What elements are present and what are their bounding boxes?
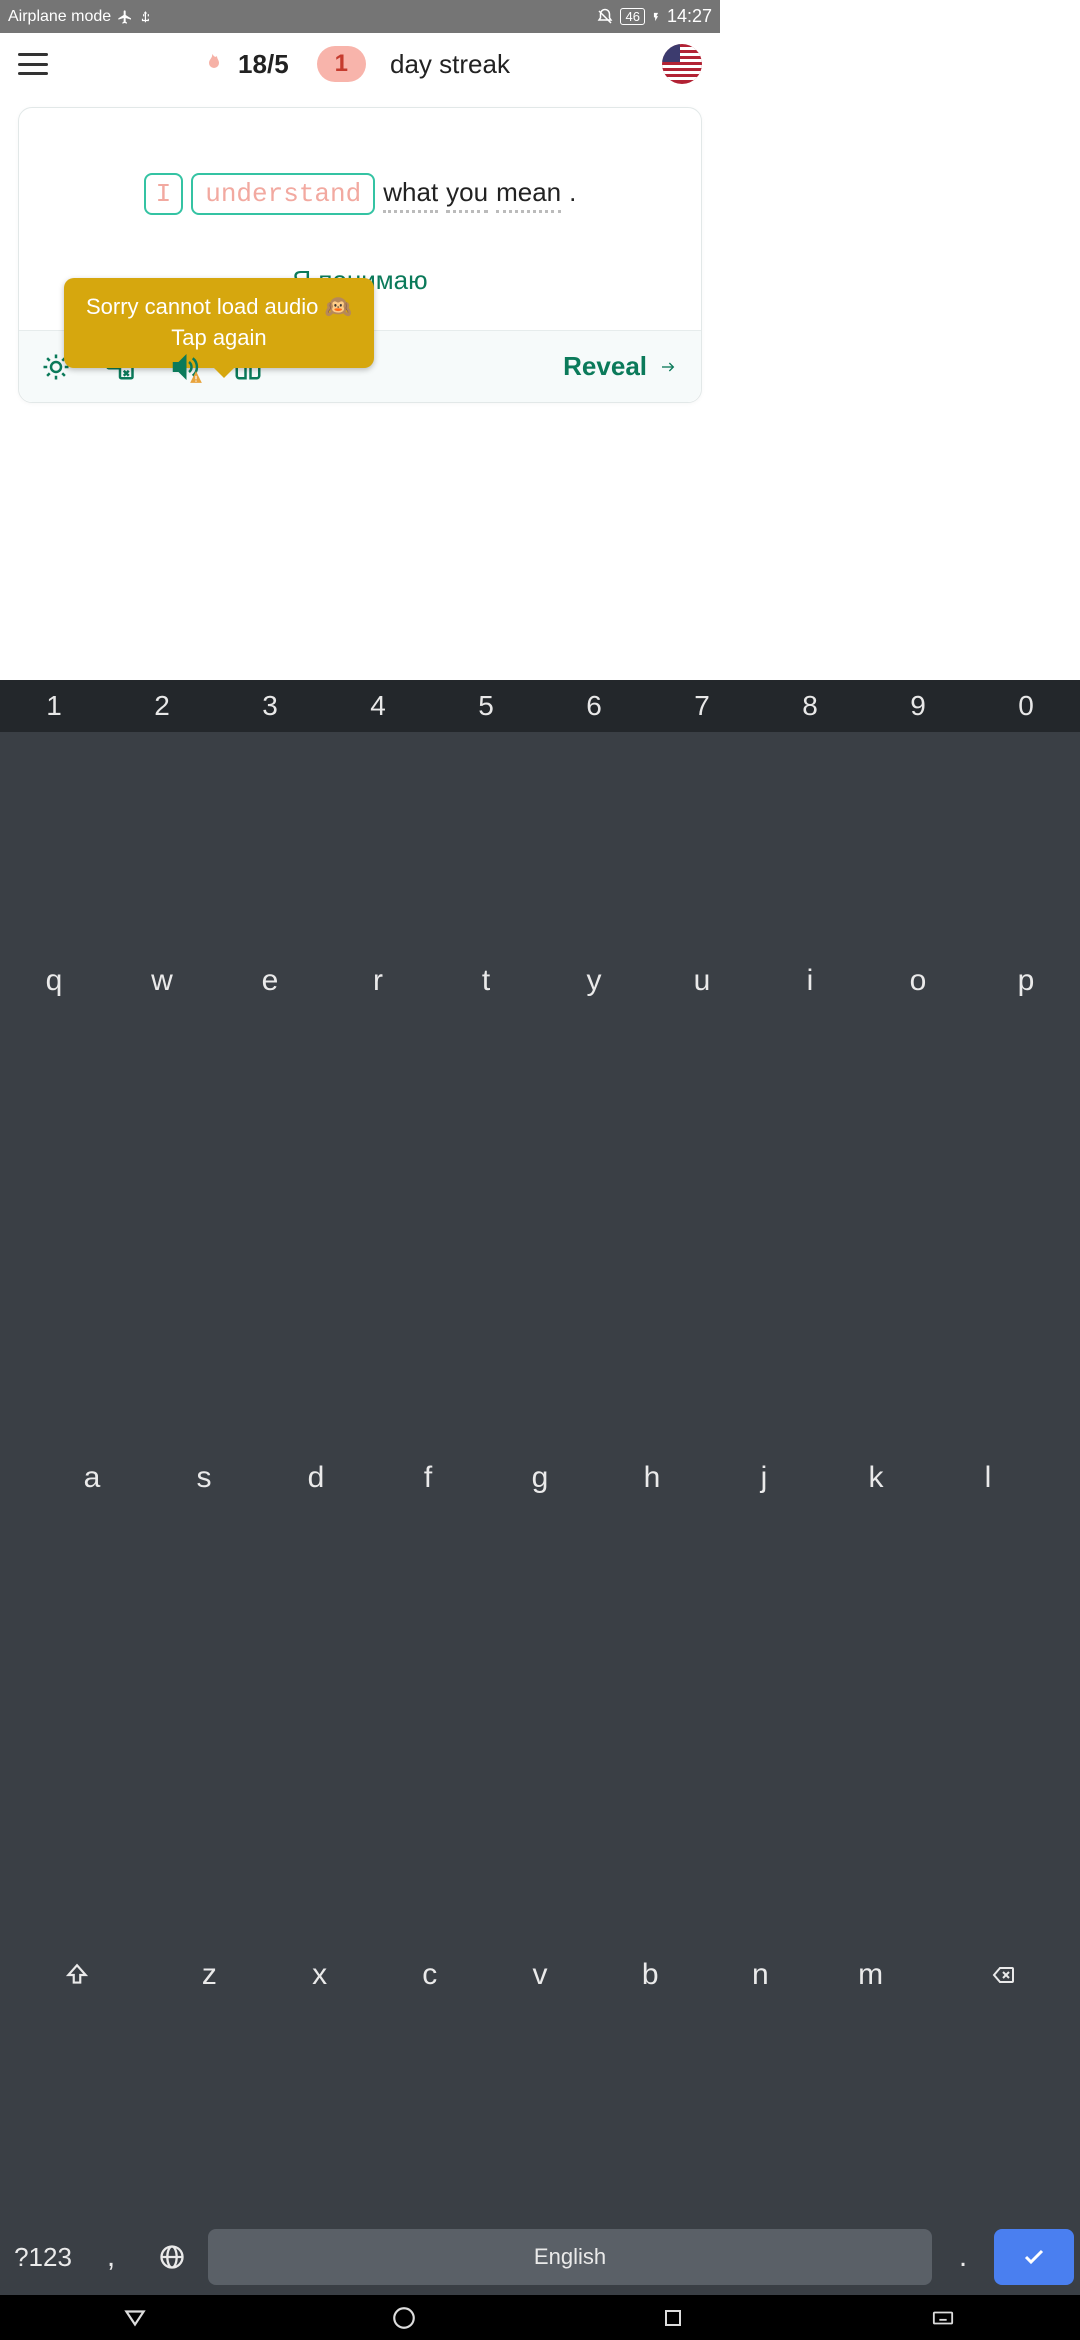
battery-level: 46: [620, 8, 644, 25]
key-a[interactable]: a: [36, 1229, 148, 1726]
key-c[interactable]: c: [375, 1726, 485, 2223]
key-l[interactable]: l: [932, 1229, 1044, 1726]
audio-error-tooltip[interactable]: Sorry cannot load audio 🙉 Tap again: [64, 278, 374, 368]
key-x[interactable]: x: [264, 1726, 374, 2223]
key-9[interactable]: 9: [864, 680, 972, 732]
audio-button[interactable]: [169, 352, 199, 382]
dnd-icon: [596, 8, 614, 26]
key-e[interactable]: e: [216, 732, 324, 1229]
key-language[interactable]: [142, 2229, 202, 2285]
key-1[interactable]: 1: [0, 680, 108, 732]
nav-home[interactable]: [391, 2305, 417, 2331]
progress-counter: 18/5: [238, 49, 289, 80]
nav-recent[interactable]: [661, 2306, 685, 2330]
key-n[interactable]: n: [705, 1726, 815, 2223]
key-i[interactable]: i: [756, 732, 864, 1229]
key-2[interactable]: 2: [108, 680, 216, 732]
key-enter[interactable]: [994, 2229, 1074, 2285]
airplane-mode-label: Airplane mode: [8, 8, 111, 26]
key-d[interactable]: d: [260, 1229, 372, 1726]
airplane-icon: [117, 9, 133, 25]
key-g[interactable]: g: [484, 1229, 596, 1726]
key-b[interactable]: b: [595, 1726, 705, 2223]
blank-input-1[interactable]: I: [144, 173, 184, 215]
key-p[interactable]: p: [972, 732, 1080, 1229]
key-m[interactable]: m: [816, 1726, 926, 2223]
key-f[interactable]: f: [372, 1229, 484, 1726]
key-6[interactable]: 6: [540, 680, 648, 732]
key-h[interactable]: h: [596, 1229, 708, 1726]
key-5[interactable]: 5: [432, 680, 540, 732]
key-s[interactable]: s: [148, 1229, 260, 1726]
keyboard-bottom-row: ?123 , English .: [0, 2223, 1080, 2295]
key-o[interactable]: o: [864, 732, 972, 1229]
key-period[interactable]: .: [938, 2229, 988, 2285]
word-mean: mean: [496, 177, 561, 213]
nav-back[interactable]: [122, 2305, 148, 2331]
keyboard-row-2: a s d f g h j k l: [0, 1229, 1080, 1726]
arrow-right-icon: [657, 359, 679, 375]
key-u[interactable]: u: [648, 732, 756, 1229]
key-3[interactable]: 3: [216, 680, 324, 732]
language-flag-button[interactable]: [662, 44, 702, 84]
tooltip-line2: Tap again: [86, 323, 352, 354]
tooltip-line1: Sorry cannot load audio 🙉: [86, 292, 352, 323]
key-8[interactable]: 8: [756, 680, 864, 732]
keyboard-row-1: q w e r t y u i o p: [0, 732, 1080, 1229]
keyboard-number-row: 1 2 3 4 5 6 7 8 9 0: [0, 680, 1080, 732]
menu-button[interactable]: [18, 53, 48, 75]
key-k[interactable]: k: [820, 1229, 932, 1726]
key-symbols[interactable]: ?123: [6, 2229, 80, 2285]
key-r[interactable]: r: [324, 732, 432, 1229]
charging-icon: [651, 9, 661, 25]
reveal-label: Reveal: [563, 351, 647, 382]
key-4[interactable]: 4: [324, 680, 432, 732]
clock: 14:27: [667, 6, 712, 27]
nav-keyboard-toggle[interactable]: [928, 2307, 958, 2329]
streak-label: day streak: [390, 49, 510, 80]
key-t[interactable]: t: [432, 732, 540, 1229]
word-you: you: [446, 177, 488, 213]
key-backspace[interactable]: [926, 1726, 1080, 2223]
key-z[interactable]: z: [154, 1726, 264, 2223]
key-v[interactable]: v: [485, 1726, 595, 2223]
usb-icon: [139, 9, 153, 25]
reveal-button[interactable]: Reveal: [563, 351, 679, 382]
app-header: 18/5 1 day streak: [0, 33, 720, 95]
keyboard: 1 2 3 4 5 6 7 8 9 0 q w e r t y u i o p …: [0, 680, 1080, 2295]
keyboard-row-3: z x c v b n m: [0, 1726, 1080, 2223]
key-7[interactable]: 7: [648, 680, 756, 732]
status-bar: Airplane mode 46 14:27: [0, 0, 720, 33]
key-j[interactable]: j: [708, 1229, 820, 1726]
blank-input-2[interactable]: understand: [191, 173, 375, 215]
word-what: what: [383, 177, 438, 213]
exercise-card: I understand what you mean . Я понимаю S…: [18, 107, 702, 403]
key-q[interactable]: q: [0, 732, 108, 1229]
key-0[interactable]: 0: [972, 680, 1080, 732]
system-nav-bar: [0, 2295, 1080, 2340]
key-w[interactable]: w: [108, 732, 216, 1229]
key-space[interactable]: English: [208, 2229, 932, 2285]
key-y[interactable]: y: [540, 732, 648, 1229]
key-comma[interactable]: ,: [86, 2229, 136, 2285]
flame-icon: [200, 50, 224, 78]
key-shift[interactable]: [0, 1726, 154, 2223]
sentence-period: .: [569, 177, 576, 208]
streak-badge: 1: [317, 46, 366, 82]
